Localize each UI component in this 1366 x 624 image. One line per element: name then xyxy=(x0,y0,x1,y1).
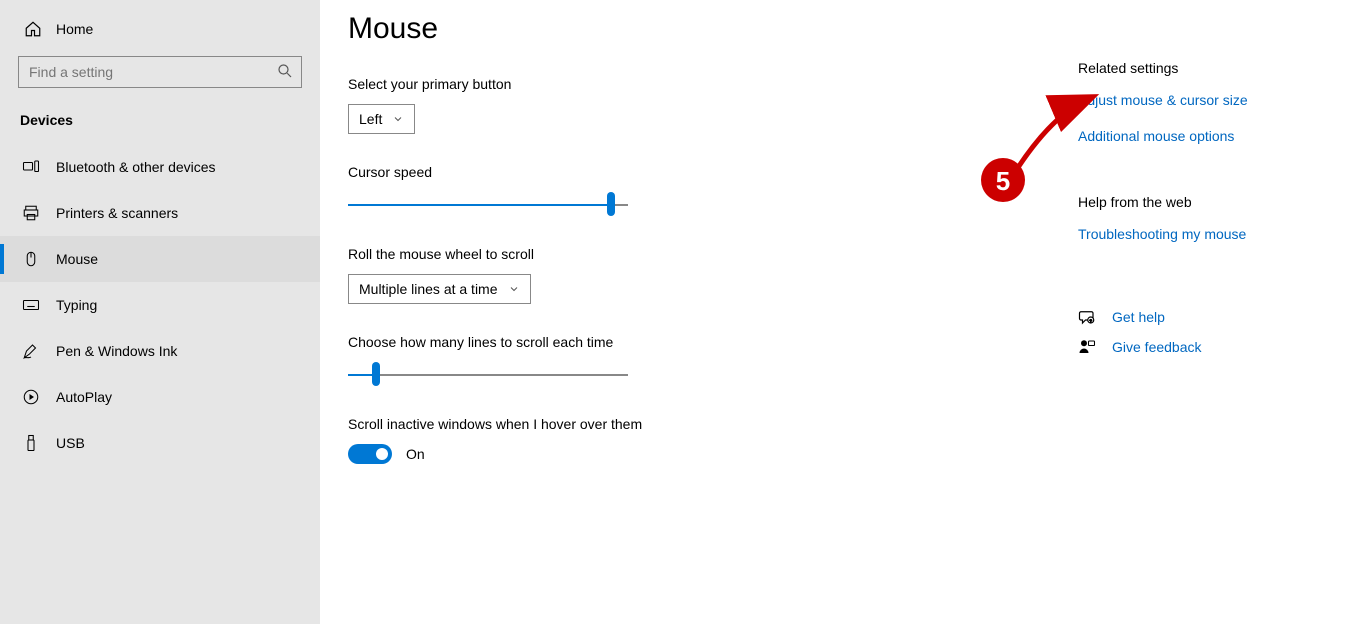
pen-icon xyxy=(22,342,40,360)
devices-icon xyxy=(22,158,40,176)
home-nav[interactable]: Home xyxy=(0,12,320,48)
home-label: Home xyxy=(56,21,93,37)
sidebar-item-printers[interactable]: Printers & scanners xyxy=(0,190,320,236)
sidebar: Home Devices Bluetooth & other devices P… xyxy=(0,0,320,624)
link-give-feedback[interactable]: Give feedback xyxy=(1112,339,1202,355)
mouse-icon xyxy=(22,250,40,268)
scroll-wheel-setting: Roll the mouse wheel to scroll Multiple … xyxy=(348,246,988,304)
nav-list: Bluetooth & other devices Printers & sca… xyxy=(0,144,320,466)
nav-label: Bluetooth & other devices xyxy=(56,159,216,175)
nav-label: Mouse xyxy=(56,251,98,267)
printer-icon xyxy=(22,204,40,222)
lines-setting: Choose how many lines to scroll each tim… xyxy=(348,334,988,386)
cursor-speed-slider[interactable] xyxy=(348,192,628,216)
feedback-icon xyxy=(1078,338,1096,356)
slider-fill xyxy=(348,204,611,206)
usb-icon xyxy=(22,434,40,452)
page-title: Mouse xyxy=(348,12,988,46)
inactive-label: Scroll inactive windows when I hover ove… xyxy=(348,416,988,432)
content-column: Mouse Select your primary button Left Cu… xyxy=(348,12,988,624)
search-input[interactable] xyxy=(18,56,302,88)
sidebar-item-autoplay[interactable]: AutoPlay xyxy=(0,374,320,420)
slider-rail xyxy=(348,374,628,376)
keyboard-icon xyxy=(22,296,40,314)
link-get-help[interactable]: Get help xyxy=(1112,309,1165,325)
help-web-section: Help from the web Troubleshooting my mou… xyxy=(1078,194,1248,242)
slider-thumb[interactable] xyxy=(372,362,380,386)
inactive-toggle[interactable] xyxy=(348,444,392,464)
chevron-down-icon xyxy=(392,113,404,125)
home-icon xyxy=(24,20,42,38)
right-column: Related settings Adjust mouse & cursor s… xyxy=(988,12,1248,624)
nav-label: USB xyxy=(56,435,85,451)
help-links: ? Get help Give feedback xyxy=(1078,308,1248,356)
toggle-knob xyxy=(376,448,388,460)
cursor-speed-label: Cursor speed xyxy=(348,164,988,180)
lines-label: Choose how many lines to scroll each tim… xyxy=(348,334,988,350)
give-feedback-row[interactable]: Give feedback xyxy=(1078,338,1248,356)
nav-label: Typing xyxy=(56,297,97,313)
sidebar-item-typing[interactable]: Typing xyxy=(0,282,320,328)
primary-button-dropdown[interactable]: Left xyxy=(348,104,415,134)
sidebar-section-title: Devices xyxy=(0,106,320,144)
link-additional-mouse-options[interactable]: Additional mouse options xyxy=(1078,128,1248,144)
inactive-windows-setting: Scroll inactive windows when I hover ove… xyxy=(348,416,988,464)
help-heading: Help from the web xyxy=(1078,194,1248,210)
nav-label: Pen & Windows Ink xyxy=(56,343,177,359)
cursor-speed-setting: Cursor speed xyxy=(348,164,988,216)
chat-help-icon: ? xyxy=(1078,308,1096,326)
sidebar-item-bluetooth[interactable]: Bluetooth & other devices xyxy=(0,144,320,190)
get-help-row[interactable]: ? Get help xyxy=(1078,308,1248,326)
scroll-wheel-label: Roll the mouse wheel to scroll xyxy=(348,246,988,262)
chevron-down-icon xyxy=(508,283,520,295)
nav-label: Printers & scanners xyxy=(56,205,178,221)
nav-label: AutoPlay xyxy=(56,389,112,405)
scroll-wheel-dropdown[interactable]: Multiple lines at a time xyxy=(348,274,531,304)
sidebar-item-mouse[interactable]: Mouse xyxy=(0,236,320,282)
link-adjust-mouse-cursor[interactable]: Adjust mouse & cursor size xyxy=(1078,92,1248,108)
search-box xyxy=(18,56,302,88)
sidebar-item-pen[interactable]: Pen & Windows Ink xyxy=(0,328,320,374)
primary-button-value: Left xyxy=(359,111,382,127)
lines-slider[interactable] xyxy=(348,362,628,386)
scroll-wheel-value: Multiple lines at a time xyxy=(359,281,498,297)
primary-button-setting: Select your primary button Left xyxy=(348,76,988,134)
inactive-state: On xyxy=(406,446,425,462)
autoplay-icon xyxy=(22,388,40,406)
related-settings-section: Related settings Adjust mouse & cursor s… xyxy=(1078,60,1248,144)
related-heading: Related settings xyxy=(1078,60,1248,76)
link-troubleshoot[interactable]: Troubleshooting my mouse xyxy=(1078,226,1248,242)
slider-thumb[interactable] xyxy=(607,192,615,216)
main: Mouse Select your primary button Left Cu… xyxy=(320,0,1366,624)
search-icon xyxy=(276,62,294,80)
primary-button-label: Select your primary button xyxy=(348,76,988,92)
sidebar-item-usb[interactable]: USB xyxy=(0,420,320,466)
